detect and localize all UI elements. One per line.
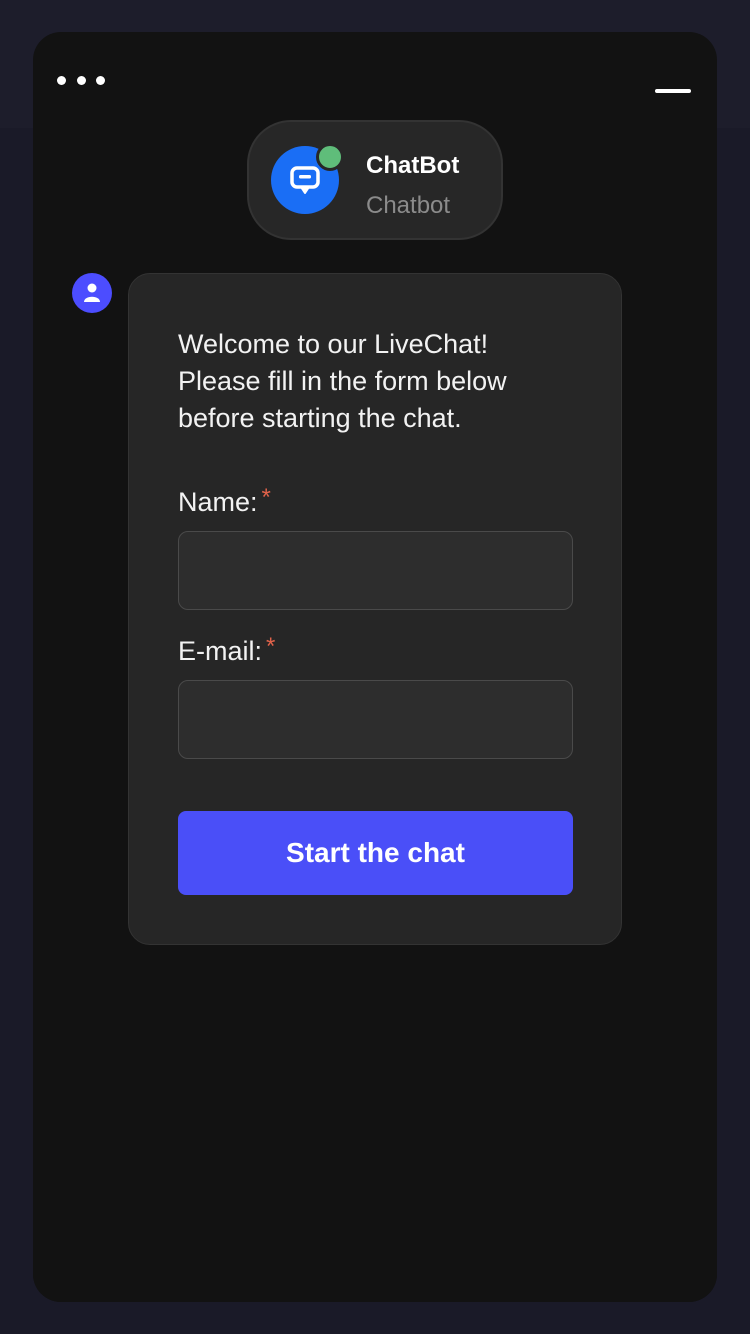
menu-dot bbox=[96, 75, 105, 85]
email-input[interactable] bbox=[178, 680, 573, 759]
welcome-line: Please fill in the form below bbox=[178, 366, 507, 396]
name-label-text: Name: bbox=[178, 487, 258, 517]
more-dots-icon[interactable] bbox=[57, 70, 105, 90]
bot-subtitle: Chatbot bbox=[366, 192, 451, 219]
menu-dot bbox=[76, 75, 86, 85]
required-asterisk: * bbox=[261, 484, 271, 511]
email-label-text: E-mail: bbox=[178, 636, 263, 666]
name-field-label: Name: * bbox=[178, 484, 271, 518]
required-asterisk: * bbox=[266, 633, 276, 660]
email-field-label: E-mail: * bbox=[178, 633, 275, 667]
welcome-line: Welcome to our LiveChat! bbox=[178, 329, 489, 359]
user-icon bbox=[84, 283, 100, 302]
welcome-message: Welcome to our LiveChat! Please fill in t… bbox=[178, 326, 558, 437]
sender-avatar bbox=[72, 273, 112, 313]
start-chat-button[interactable]: Start the chat bbox=[178, 811, 573, 895]
minimize-icon[interactable] bbox=[651, 82, 695, 100]
name-input[interactable] bbox=[178, 531, 573, 610]
prechat-form-card: Welcome to our LiveChat! Please fill in t… bbox=[128, 273, 622, 945]
chat-footer-area bbox=[33, 1152, 717, 1302]
welcome-line: before starting the chat. bbox=[178, 403, 462, 433]
chat-header: ChatBot Chatbot bbox=[247, 120, 503, 240]
online-status-dot bbox=[316, 143, 344, 171]
chat-bubble-icon bbox=[290, 166, 320, 194]
menu-dot bbox=[57, 75, 66, 85]
chat-widget-window: ChatBot Chatbot Welcome to our LiveChat!… bbox=[33, 32, 717, 1302]
bot-name: ChatBot bbox=[366, 152, 460, 179]
